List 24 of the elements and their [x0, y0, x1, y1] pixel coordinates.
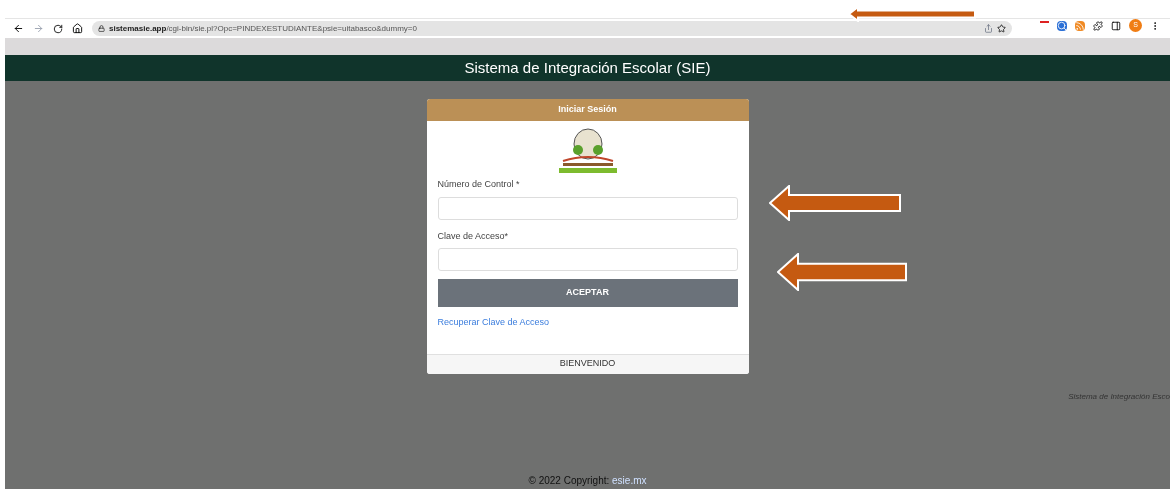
input-field[interactable]: [437, 196, 738, 220]
address-bar[interactable]: sistemasie.app/cgi-bin/sie.pl?Opc=PINDEXESTUDIANTE&psie=uitabasco&dummy=0: [92, 21, 1012, 36]
reload-icon[interactable]: [53, 23, 63, 34]
lock-icon: [98, 25, 105, 32]
copyright-link[interactable]: esie.mx: [612, 475, 647, 486]
url-text: sistemasie.app/cgi-bin/sie.pl?Opc=PINDEXESTUDIANTE&psie=uitabasco&dummy=0: [109, 22, 417, 35]
header-title: Sistema de Integración Escolar (SIE): [464, 57, 711, 78]
copyright-text: © 2022 Copyright: esie.mx: [528, 474, 647, 488]
accept-button[interactable]: ACEPTAR: [437, 279, 738, 307]
field-label: Clave de Acceso*: [437, 229, 510, 243]
search-extension-icon[interactable]: [1057, 20, 1067, 31]
recover-password-link[interactable]: Recuperar Clave de Acceso: [437, 316, 738, 330]
annotation-arrow-icon: [769, 185, 901, 221]
card-header: Iniciar Sesión: [426, 99, 749, 121]
home-icon[interactable]: [72, 23, 83, 34]
input-field[interactable]: [437, 248, 738, 271]
puzzle-icon[interactable]: [1093, 20, 1103, 31]
annotation-arrow-icon: [777, 253, 907, 291]
star-icon[interactable]: [997, 24, 1006, 33]
back-icon[interactable]: [13, 23, 24, 34]
field-label: Número de Control *: [437, 178, 521, 191]
card-footer: BIENVENIDO: [426, 353, 749, 374]
side-panel-icon[interactable]: [1111, 20, 1121, 31]
share-icon[interactable]: [984, 24, 993, 33]
